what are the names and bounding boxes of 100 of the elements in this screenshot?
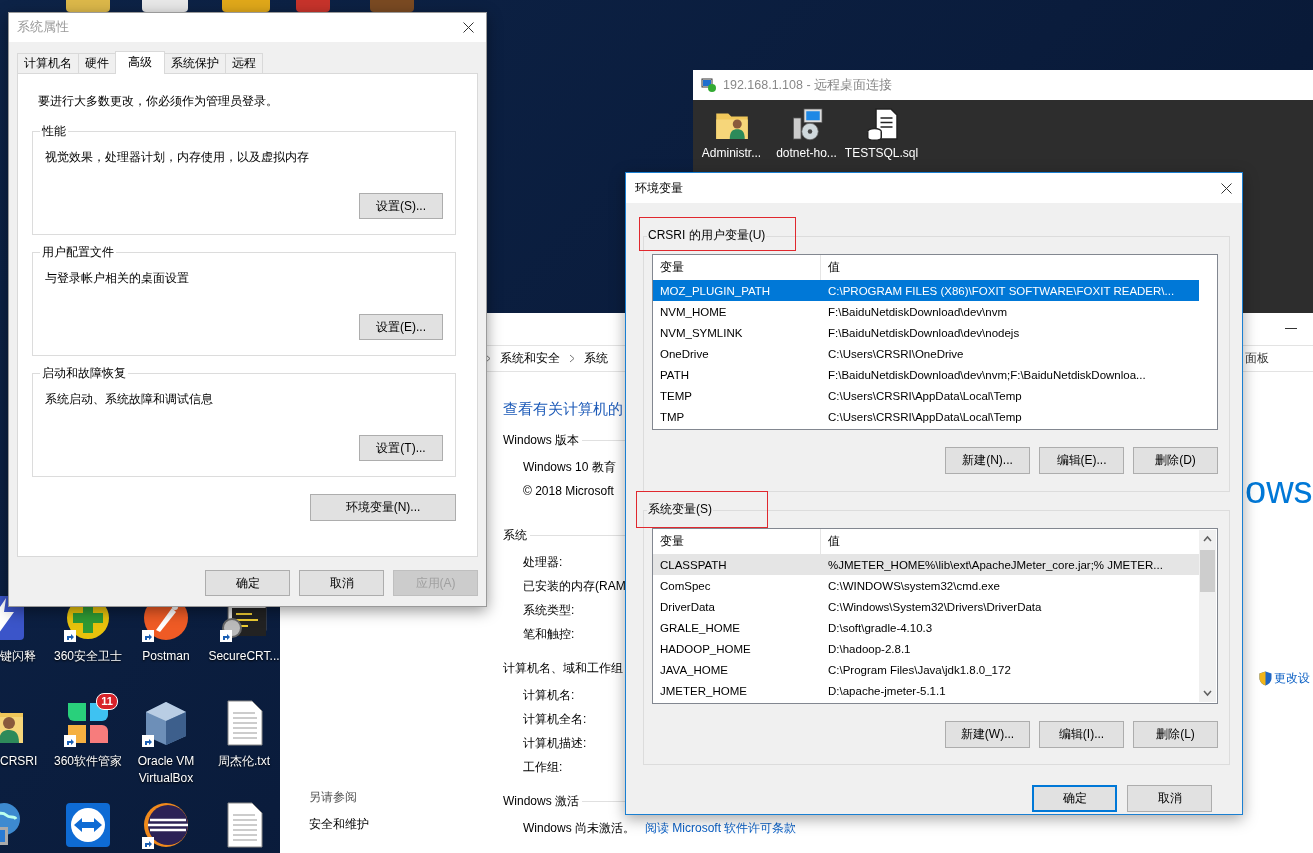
desktop-shortcut[interactable]: CRSRI — [0, 695, 49, 797]
list-row[interactable]: TMP C:\Users\CRSRI\AppData\Local\Temp — [653, 406, 1199, 427]
list-row[interactable]: NVM_SYMLINK F:\BaiduNetdiskDownload\dev\nodejs — [653, 322, 1199, 343]
table-cell-text: NVM_SYMLINK — [659, 326, 744, 339]
shield-icon — [1259, 671, 1272, 686]
list-action-button[interactable]: 删除(L) — [1133, 721, 1218, 748]
table-cell-text: F:\BaiduNetdiskDownload\dev\nvm — [827, 305, 1007, 318]
desktop-shortcut[interactable]: TESTSQL.sql — [844, 106, 919, 160]
table-cell-text: GRALE_HOME — [659, 621, 741, 634]
variable-list[interactable] — [652, 254, 1218, 430]
desktop-shortcut[interactable]: Administr... — [694, 106, 769, 160]
column-header[interactable]: 值 — [821, 529, 840, 554]
window-title: 系统属性 — [17, 19, 69, 36]
list-action-button[interactable]: 新建(W)... — [945, 721, 1030, 748]
group-description: 与登录帐户相关的桌面设置 — [45, 270, 190, 287]
desktop-shortcut[interactable]: dotnet-ho... — [769, 106, 844, 160]
group-title: CRSRI 的用户变量(U) — [648, 228, 766, 242]
list-row[interactable]: JAVA_HOME C:\Program Files\Java\jdk1.8.0_172 — [653, 659, 1199, 680]
dialog-button[interactable]: 取消 — [299, 570, 384, 596]
breadcrumb-item[interactable]: 系统和安全 — [500, 350, 560, 367]
desktop-shortcut[interactable]: 周杰伦.txt — [205, 695, 283, 797]
remote-desktop-icon — [701, 77, 717, 93]
list-action-button[interactable]: 删除(D) — [1133, 447, 1218, 474]
environment-variables-button[interactable]: 环境变量(N)... — [310, 494, 456, 521]
tab[interactable]: 远程 — [225, 53, 263, 73]
desktop-shortcut[interactable]: 11 360软件管家 — [49, 695, 127, 797]
section-title: 计算机名、域和工作组 — [503, 660, 623, 677]
list-action-button[interactable]: 编辑(I)... — [1039, 721, 1124, 748]
list-row[interactable]: TEMP C:\Users\CRSRI\AppData\Local\Temp — [653, 385, 1199, 406]
settings-button[interactable]: 设置(E)... — [359, 314, 443, 340]
close-icon[interactable] — [1221, 182, 1232, 194]
sidebar-link[interactable]: 安全和维护 — [309, 816, 490, 833]
notification-badge: 11 — [96, 693, 118, 710]
minimize-icon[interactable] — [1285, 328, 1297, 330]
breadcrumb-item[interactable]: 系统 — [584, 350, 608, 367]
chevron-icon — [485, 354, 491, 363]
list-row[interactable]: JMETER_HOME D:\apache-jmeter-5.1.1 — [653, 680, 1199, 701]
list-row[interactable]: MOZ_PLUGIN_PATH C:\PROGRAM FILES (X86)\FOXIT SOFTWARE\FOXIT READER\... — [653, 280, 1199, 301]
close-icon[interactable] — [463, 22, 474, 33]
page-heading: 查看有关计算机的 — [503, 399, 623, 419]
column-header[interactable]: 值 — [821, 255, 840, 280]
tab[interactable]: 高级 — [115, 51, 165, 74]
table-cell-text: C:\Users\CRSRI\OneDrive — [827, 347, 964, 360]
table-cell-text: D:\soft\gradle-4.10.3 — [827, 621, 933, 634]
table-cell-text: F:\BaiduNetdiskDownload\dev\nodejs — [827, 326, 1020, 339]
breadcrumb-item[interactable]: 面板 — [1245, 350, 1313, 367]
group-description: 视觉效果，处理器计划，内存使用，以及虚拟内存 — [45, 149, 310, 166]
list-row[interactable]: GRALE_HOME D:\soft\gradle-4.10.3 — [653, 617, 1199, 638]
notice-text: 要进行大多数更改，你必须作为管理员登录。 — [38, 93, 279, 110]
change-settings-link[interactable]: 更改设 — [1259, 670, 1313, 687]
table-cell-text: TEMP — [659, 389, 693, 402]
window-title: 环境变量 — [635, 179, 683, 197]
dialog-button[interactable]: 确定 — [1032, 785, 1117, 812]
info-label: Windows 10 教育 — [523, 459, 616, 476]
dialog-button[interactable]: 确定 — [205, 570, 290, 596]
list-row[interactable]: NVM_HOME F:\BaiduNetdiskDownload\dev\nvm — [653, 301, 1199, 322]
list-row[interactable]: OneDrive C:\Users\CRSRI\OneDrive — [653, 343, 1199, 364]
section-title: Windows 激活 — [503, 793, 579, 810]
table-cell-text: %JMETER_HOME%\lib\ext\ApacheJMeter_core.jar;% JMETER... — [827, 558, 1163, 571]
sidebar-heading: 另请参阅 — [309, 789, 358, 806]
list-action-button[interactable]: 新建(N)... — [945, 447, 1030, 474]
info-label: 已安装的内存(RAM — [523, 578, 626, 595]
info-label: 计算机名: — [523, 687, 575, 704]
settings-button[interactable]: 设置(T)... — [359, 435, 443, 461]
table-cell-text: CLASSPATH — [659, 558, 728, 571]
scrollbar[interactable] — [1199, 530, 1216, 702]
info-label: 系统类型: — [523, 602, 575, 619]
table-cell-text: C:\Users\CRSRI\AppData\Local\Temp — [827, 389, 1022, 402]
tab[interactable]: 计算机名 — [17, 53, 79, 73]
list-row[interactable]: ComSpec C:\WINDOWS\system32\cmd.exe — [653, 575, 1199, 596]
dialog-button[interactable]: 取消 — [1127, 785, 1212, 812]
list-row[interactable]: PATH F:\BaiduNetdiskDownload\dev\nvm;F:\BaiduNetdiskDownloa... — [653, 364, 1199, 385]
settings-button[interactable]: 设置(S)... — [359, 193, 443, 219]
scrollbar-thumb[interactable] — [1200, 550, 1215, 592]
info-label: © 2018 Microsoft — [523, 483, 614, 500]
info-label: 处理器: — [523, 554, 563, 571]
license-link[interactable]: 阅读 Microsoft 软件许可条款 — [645, 816, 797, 840]
table-cell-text: NVM_HOME — [659, 305, 728, 318]
window-title: 192.168.1.108 - 远程桌面连接 — [723, 76, 893, 94]
list-row[interactable]: CLASSPATH %JMETER_HOME%\lib\ext\ApacheJMeter_core.jar;% JMETER... — [653, 554, 1199, 575]
section-title: 系统 — [503, 527, 527, 544]
desktop-shortcut[interactable]: Oracle VM VirtualBox — [127, 695, 205, 797]
table-cell-text: DriverData — [659, 600, 716, 613]
table-cell-text: JMETER_HOME — [659, 684, 748, 697]
table-cell-text: C:\WINDOWS\system32\cmd.exe — [827, 579, 1000, 592]
info-label: 工作组: — [523, 759, 563, 776]
table-cell-text: PATH — [659, 368, 690, 381]
table-cell-text: JAVA_HOME — [659, 663, 729, 676]
group-title: 启动和故障恢复 — [40, 366, 128, 381]
table-cell-text: HADOOP_HOME — [659, 642, 752, 655]
info-label: 笔和触控: — [523, 626, 575, 643]
list-row[interactable]: DriverData C:\Windows\System32\Drivers\DriverData — [653, 596, 1199, 617]
chevron-icon — [569, 354, 575, 363]
table-cell-text: D:\hadoop-2.8.1 — [827, 642, 911, 655]
section-title: Windows 版本 — [503, 432, 579, 449]
list-row[interactable]: HADOOP_HOME D:\hadoop-2.8.1 — [653, 638, 1199, 659]
variable-list[interactable] — [652, 528, 1218, 704]
list-action-button[interactable]: 编辑(E)... — [1039, 447, 1124, 474]
table-cell-text: C:\Windows\System32\Drivers\DriverData — [827, 600, 1042, 613]
table-cell-text: D:\apache-jmeter-5.1.1 — [827, 684, 946, 697]
